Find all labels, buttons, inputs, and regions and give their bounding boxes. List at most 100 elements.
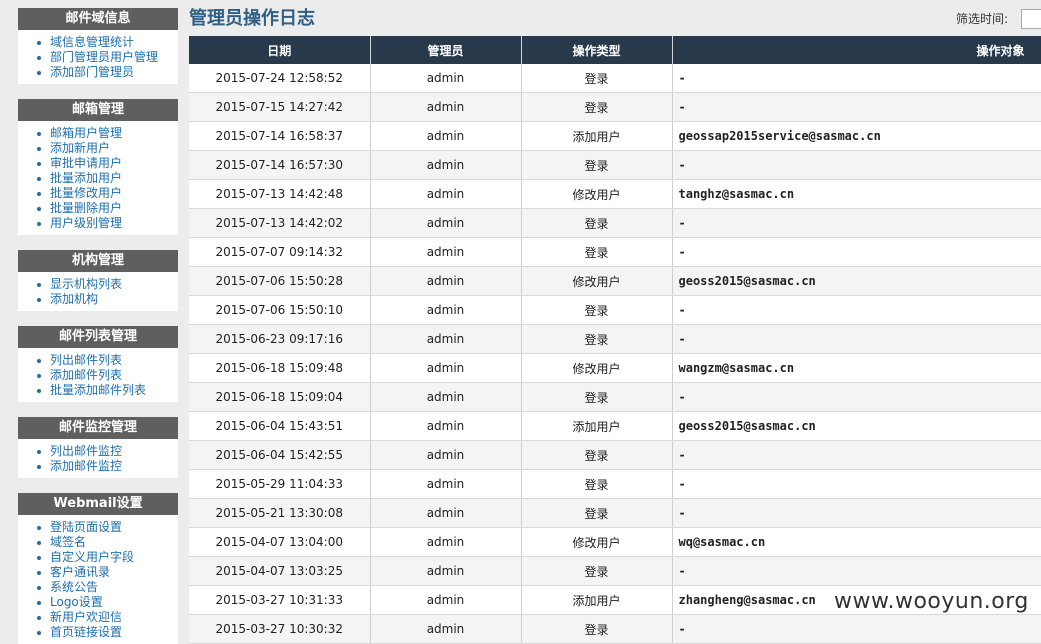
cell-date: 2015-07-14 16:57:30 [189, 150, 371, 180]
sidebar-section-mail-list: 邮件列表管理 列出邮件列表 添加邮件列表 批量添加邮件列表 [18, 326, 178, 402]
sidebar-section-mailbox: 邮箱管理 邮箱用户管理 添加新用户 审批申请用户 批量添加用户 批量修改用户 批… [18, 99, 178, 235]
sidebar-item[interactable]: 新用户欢迎信 [32, 610, 178, 625]
sidebar-item[interactable]: 系统公告 [32, 580, 178, 595]
table-row[interactable]: 2015-07-24 12:58:52 admin 登录 - [189, 64, 1041, 93]
cell-date: 2015-07-06 15:50:10 [189, 295, 371, 325]
cell-target: - [672, 440, 1041, 470]
sidebar-link-logo-settings[interactable]: Logo设置 [50, 595, 103, 609]
sidebar-link-add-org[interactable]: 添加机构 [50, 292, 98, 306]
table-row[interactable]: 2015-07-15 14:27:42 admin 登录 - [189, 92, 1041, 122]
cell-target: - [672, 498, 1041, 528]
sidebar-link-batch-add-users[interactable]: 批量添加用户 [50, 171, 122, 185]
cell-action-type: 登录 [521, 498, 673, 528]
sidebar-link-dept-admin-users[interactable]: 部门管理员用户管理 [50, 50, 158, 64]
sidebar-link-approve-users[interactable]: 审批申请用户 [50, 156, 122, 170]
cell-date: 2015-06-04 15:43:51 [189, 411, 371, 441]
table-row[interactable]: 2015-07-07 09:14:32 admin 登录 - [189, 237, 1041, 267]
table-row[interactable]: 2015-06-23 09:17:16 admin 登录 - [189, 324, 1041, 354]
sidebar-item[interactable]: 邮箱用户管理 [32, 126, 178, 141]
table-row[interactable]: 2015-06-04 15:43:51 admin 添加用户 geoss2015@sa… [189, 411, 1041, 441]
sidebar-link-add-dept-admin[interactable]: 添加部门管理员 [50, 65, 134, 79]
cell-action-type: 登录 [521, 382, 673, 412]
sidebar-item[interactable]: 批量删除用户 [32, 201, 178, 216]
table-row[interactable]: 2015-03-27 10:30:32 admin 登录 - [189, 614, 1041, 644]
cell-action-type: 登录 [521, 295, 673, 325]
sidebar-link-add-mail-list[interactable]: 添加邮件列表 [50, 368, 122, 382]
cell-date: 2015-07-13 14:42:48 [189, 179, 371, 209]
cell-action-type: 登录 [521, 324, 673, 354]
column-header-date[interactable]: 日期 [189, 36, 371, 64]
sidebar-link-add-monitor[interactable]: 添加邮件监控 [50, 459, 122, 473]
sidebar-link-system-notice[interactable]: 系统公告 [50, 580, 98, 594]
table-row[interactable]: 2015-07-14 16:57:30 admin 登录 - [189, 150, 1041, 180]
table-row[interactable]: 2015-05-29 11:04:33 admin 登录 - [189, 469, 1041, 499]
sidebar-item[interactable]: 批量修改用户 [32, 186, 178, 201]
sidebar-item[interactable]: 首页链接设置 [32, 625, 178, 640]
sidebar-item[interactable]: 审批申请用户 [32, 156, 178, 171]
sidebar-link-batch-delete-users[interactable]: 批量删除用户 [50, 201, 122, 215]
sidebar-item[interactable]: 添加部门管理员 [32, 65, 178, 80]
table-row[interactable]: 2015-04-07 13:04:00 admin 修改用户 wq@sasmac.cn [189, 527, 1041, 557]
sidebar-link-list-mail-lists[interactable]: 列出邮件列表 [50, 353, 122, 367]
sidebar-item[interactable]: Logo设置 [32, 595, 178, 610]
sidebar-item[interactable]: 列出邮件列表 [32, 353, 178, 368]
table-row[interactable]: 2015-07-13 14:42:02 admin 登录 - [189, 208, 1041, 238]
cell-target: - [672, 382, 1041, 412]
column-header-admin[interactable]: 管理员 [370, 36, 522, 64]
sidebar-section-domain-info: 邮件域信息 域信息管理统计 部门管理员用户管理 添加部门管理员 [18, 8, 178, 84]
sidebar-item[interactable]: 登陆页面设置 [32, 520, 178, 535]
sidebar-item[interactable]: 批量添加邮件列表 [32, 383, 178, 398]
sidebar-link-batch-edit-users[interactable]: 批量修改用户 [50, 186, 122, 200]
sidebar-item[interactable]: 客户通讯录 [32, 565, 178, 580]
sidebar-link-client-address-book[interactable]: 客户通讯录 [50, 565, 110, 579]
table-row[interactable]: 2015-06-04 15:42:55 admin 登录 - [189, 440, 1041, 470]
table-row[interactable]: 2015-06-18 15:09:48 admin 修改用户 wangzm@sasma… [189, 353, 1041, 383]
sidebar-item[interactable]: 用户级别管理 [32, 216, 178, 231]
cell-date: 2015-07-24 12:58:52 [189, 64, 371, 93]
sidebar-link-org-list[interactable]: 显示机构列表 [50, 277, 122, 291]
table-row[interactable]: 2015-07-14 16:58:37 admin 添加用户 geossap2015s… [189, 121, 1041, 151]
cell-admin: admin [370, 527, 522, 557]
sidebar-item[interactable]: 添加邮件列表 [32, 368, 178, 383]
table-row[interactable]: 2015-06-18 15:09:04 admin 登录 - [189, 382, 1041, 412]
sidebar-link-custom-user-fields[interactable]: 自定义用户字段 [50, 550, 134, 564]
table-row[interactable]: 2015-05-21 13:30:08 admin 登录 - [189, 498, 1041, 528]
filter-time-input[interactable] [1021, 9, 1041, 29]
cell-admin: admin [370, 469, 522, 499]
cell-admin: admin [370, 382, 522, 412]
column-header-action-type[interactable]: 操作类型 [521, 36, 673, 64]
sidebar-item[interactable]: 添加邮件监控 [32, 459, 178, 474]
sidebar-item[interactable]: 部门管理员用户管理 [32, 50, 178, 65]
sidebar-item[interactable]: 添加新用户 [32, 141, 178, 156]
filter-time-label: 筛选时间: [956, 12, 1009, 26]
sidebar-item[interactable]: 域签名 [32, 535, 178, 550]
sidebar-item[interactable]: 添加机构 [32, 292, 178, 307]
sidebar-item[interactable]: 显示机构列表 [32, 277, 178, 292]
sidebar-link-login-page-settings[interactable]: 登陆页面设置 [50, 520, 122, 534]
sidebar-item[interactable]: 域信息管理统计 [32, 35, 178, 50]
sidebar-item[interactable]: 自定义用户字段 [32, 550, 178, 565]
sidebar-link-batch-add-mail-lists[interactable]: 批量添加邮件列表 [50, 383, 146, 397]
table-body: 2015-07-24 12:58:52 admin 登录 -2015-07-15 14… [189, 64, 1041, 644]
sidebar-link-add-user[interactable]: 添加新用户 [50, 141, 110, 155]
sidebar-link-new-user-welcome[interactable]: 新用户欢迎信 [50, 610, 122, 624]
page-title: 管理员操作日志 [189, 8, 315, 29]
table-row[interactable]: 2015-07-13 14:42:48 admin 修改用户 tanghz@sasma… [189, 179, 1041, 209]
sidebar-link-domain-stats[interactable]: 域信息管理统计 [50, 35, 134, 49]
table-row[interactable]: 2015-04-07 13:03:25 admin 登录 - [189, 556, 1041, 586]
sidebar-section-title: 邮件域信息 [18, 8, 178, 30]
sidebar-item[interactable]: 批量添加用户 [32, 171, 178, 186]
cell-admin: admin [370, 92, 522, 122]
table-row[interactable]: 2015-07-06 15:50:10 admin 登录 - [189, 295, 1041, 325]
sidebar-link-home-link-settings[interactable]: 首页链接设置 [50, 625, 122, 639]
sidebar-link-list-monitors[interactable]: 列出邮件监控 [50, 444, 122, 458]
cell-admin: admin [370, 295, 522, 325]
cell-target: wangzm@sasmac.cn [672, 353, 1041, 383]
sidebar-item[interactable]: 列出邮件监控 [32, 444, 178, 459]
cell-target: geoss2015@sasmac.cn [672, 266, 1041, 296]
column-header-target[interactable]: 操作对象 [672, 36, 1041, 64]
sidebar-link-user-levels[interactable]: 用户级别管理 [50, 216, 122, 230]
sidebar-link-domain-signature[interactable]: 域签名 [50, 535, 86, 549]
table-row[interactable]: 2015-07-06 15:50:28 admin 修改用户 geoss2015@sa… [189, 266, 1041, 296]
sidebar-link-mailbox-users[interactable]: 邮箱用户管理 [50, 126, 122, 140]
